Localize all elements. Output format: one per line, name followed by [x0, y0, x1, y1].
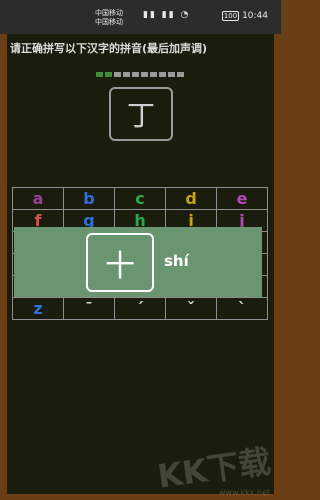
progress-step [177, 72, 184, 77]
progress-step [150, 72, 157, 77]
key-tone-1[interactable]: ˉ [62, 297, 115, 320]
carrier-1: 中国移动 [95, 9, 123, 17]
status-bar: 中国移动 中国移动 ▮▮ ▮▮ ◔ 100 10:44 [0, 0, 281, 34]
key-tone-4[interactable]: ˋ [216, 297, 268, 320]
key-d[interactable]: d [165, 187, 218, 210]
carrier-2: 中国移动 [95, 18, 123, 26]
answer-popup: 十 shí [14, 227, 262, 297]
target-character: 丁 [109, 87, 173, 141]
progress-step [123, 72, 130, 77]
progress-step [105, 72, 112, 77]
key-e[interactable]: e [216, 187, 268, 210]
battery-icon: 100 [221, 11, 240, 21]
key-tone-3[interactable]: ˇ [165, 297, 218, 320]
keyboard-row: zˉˊˇˋ [12, 297, 268, 320]
key-a[interactable]: a [12, 187, 64, 210]
progress-step [132, 72, 139, 77]
status-right: 100 10:44 [221, 11, 268, 21]
progress-step [141, 72, 148, 77]
progress-step [168, 72, 175, 77]
answer-character: 十 [86, 233, 154, 292]
progress-step [114, 72, 121, 77]
key-c[interactable]: c [113, 187, 167, 210]
keyboard-row: abcde [12, 187, 268, 210]
progress-indicator [96, 72, 184, 77]
carrier-labels: 中国移动 中国移动 [95, 9, 123, 27]
key-b[interactable]: b [62, 187, 115, 210]
key-z[interactable]: z [12, 297, 64, 320]
clock: 10:44 [242, 11, 268, 21]
signal-wifi-icons: ▮▮ ▮▮ ◔ [143, 10, 191, 20]
watermark-url: www.kkx.net [218, 488, 270, 497]
progress-step [159, 72, 166, 77]
progress-step [96, 72, 103, 77]
answer-pinyin: shí [164, 252, 189, 270]
instruction-text: 请正确拼写以下汉字的拼音(最后加声调) [10, 42, 208, 55]
key-tone-2[interactable]: ˊ [113, 297, 167, 320]
